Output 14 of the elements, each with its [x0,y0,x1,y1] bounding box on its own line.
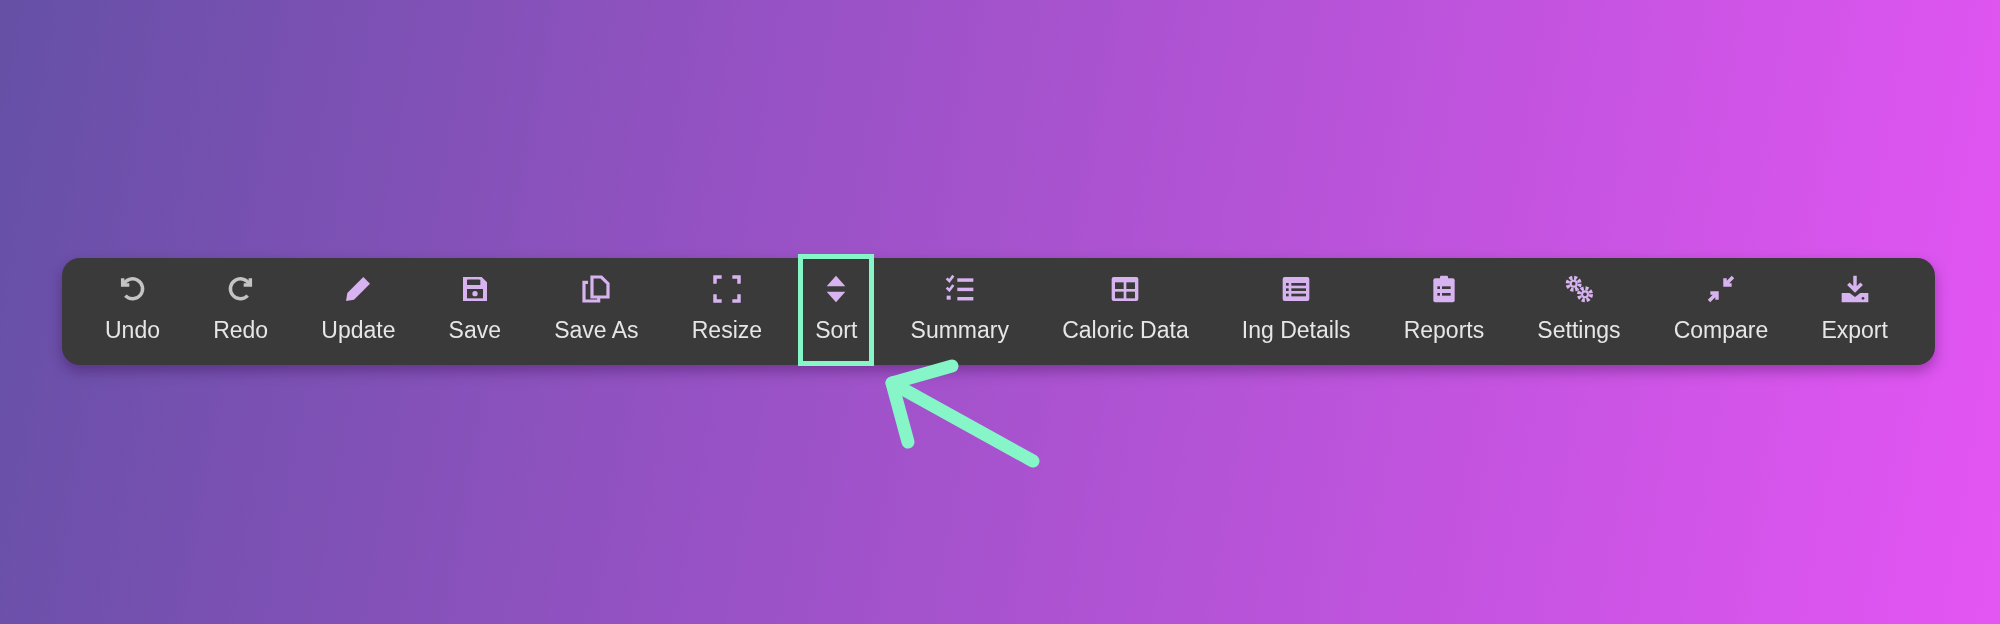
toolbar-button[interactable]: Resize [674,254,780,366]
toolbar-button[interactable]: Save [431,254,519,366]
toolbar-button[interactable]: Summary [893,254,1026,366]
toolbar-button[interactable]: Update [304,254,413,366]
copy-icon [580,272,613,305]
toolbar-button[interactable]: Settings [1520,254,1638,366]
toolbar-button[interactable]: Caloric Data [1045,254,1206,366]
toolbar-button[interactable]: Compare [1656,254,1786,366]
toolbar-button[interactable]: Reports [1386,254,1502,366]
toolbar-button[interactable]: Export [1804,254,1905,366]
toolbar-button[interactable]: Ing Details [1224,254,1368,366]
toolbar-button[interactable]: Save As [537,254,656,366]
fullscreen-icon [710,272,743,305]
toolbar-button[interactable]: Sort [798,254,875,366]
